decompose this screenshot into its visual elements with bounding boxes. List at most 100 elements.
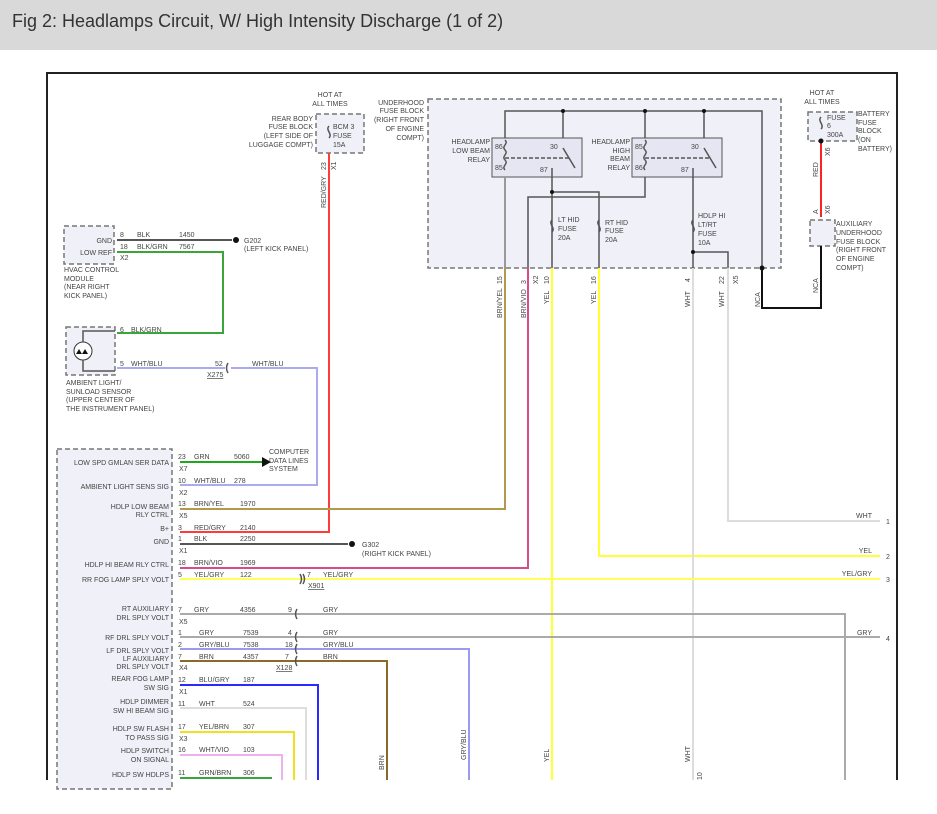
wire-yel-16 — [598, 268, 880, 557]
svg-text:5: 5 — [178, 572, 182, 579]
pin-label: 18 — [120, 244, 128, 251]
svg-text:BLK: BLK — [194, 536, 208, 543]
ground-g302-icon — [349, 541, 355, 547]
label: LT HID — [558, 217, 580, 224]
svg-text:10: 10 — [697, 772, 704, 780]
connector-label: X6 — [825, 205, 832, 214]
label: LOW BEAM — [452, 148, 490, 155]
label: FUSE — [605, 228, 624, 235]
svg-text:X3: X3 — [179, 736, 188, 743]
pin-label: 6 — [120, 327, 124, 334]
pin-label: 87 — [540, 167, 548, 174]
circuit-label: 7567 — [179, 244, 195, 251]
label: FUSE — [698, 231, 717, 238]
svg-text:DRL SPLY VOLT: DRL SPLY VOLT — [116, 615, 169, 622]
svg-text:HDLP DIMMER: HDLP DIMMER — [120, 699, 169, 706]
svg-text:2140: 2140 — [240, 525, 256, 532]
label: SUNLOAD SENSOR — [66, 389, 131, 396]
label: (LEFT SIDE OF — [264, 133, 313, 140]
svg-text:WHT: WHT — [199, 701, 216, 708]
svg-text:BRN/VIO: BRN/VIO — [194, 560, 223, 567]
svg-text:YEL: YEL — [544, 291, 551, 304]
pin-label: 5 — [120, 361, 124, 368]
label: RELAY — [608, 165, 631, 172]
connector-label: X275 — [207, 372, 223, 379]
svg-text:X5: X5 — [179, 619, 188, 626]
wire-color-label: BLK — [137, 232, 151, 239]
label: MODULE — [64, 276, 94, 283]
label: FUSE — [827, 115, 846, 122]
svg-text:11: 11 — [178, 701, 185, 708]
svg-text:GRY/BLU: GRY/BLU — [461, 729, 468, 760]
svg-text:WHT: WHT — [685, 290, 692, 307]
label: KICK PANEL) — [64, 293, 107, 300]
wire-color-label: WHT/BLU — [252, 361, 284, 368]
svg-text:GRN: GRN — [194, 454, 210, 461]
label: COMPUTER — [269, 449, 309, 456]
svg-text:1: 1 — [178, 630, 182, 637]
svg-text:5060: 5060 — [234, 454, 250, 461]
connector-label: X2 — [120, 255, 129, 262]
svg-text:187: 187 — [243, 677, 255, 684]
wire-brn-yel — [180, 268, 506, 510]
label: HOT AT — [318, 92, 343, 99]
pin-label: 85 — [635, 144, 643, 151]
svg-text:X5: X5 — [733, 275, 740, 284]
svg-text:16: 16 — [591, 276, 598, 284]
label: BEAM — [610, 156, 630, 163]
pin-label: 86 — [495, 144, 503, 151]
svg-text:2: 2 — [886, 554, 890, 561]
svg-text:11: 11 — [178, 770, 185, 777]
svg-text:WHT: WHT — [685, 745, 692, 762]
svg-text:524: 524 — [243, 701, 255, 708]
pin-label: 30 — [550, 144, 558, 151]
wire-color-label: RED/GRY — [321, 176, 328, 208]
svg-text:2: 2 — [178, 642, 182, 649]
wire-color-label: BLK/GRN — [137, 244, 168, 251]
svg-text:306: 306 — [243, 770, 255, 777]
svg-text:ON SIGNAL: ON SIGNAL — [131, 757, 169, 764]
svg-text:X1: X1 — [179, 548, 188, 555]
svg-text:7: 7 — [307, 572, 311, 579]
svg-text:GRY: GRY — [857, 630, 872, 637]
svg-text:X2: X2 — [533, 275, 540, 284]
svg-text:DRL SPLY VOLT: DRL SPLY VOLT — [116, 664, 169, 671]
svg-text:BRN: BRN — [199, 654, 214, 661]
svg-text:278: 278 — [234, 478, 246, 485]
label: REAR BODY — [272, 116, 314, 123]
svg-text:X2: X2 — [179, 490, 188, 497]
label: 300A — [827, 132, 844, 139]
label: ALL TIMES — [804, 99, 840, 106]
svg-text:SW HI BEAM SIG: SW HI BEAM SIG — [113, 708, 169, 715]
label: FUSE BLOCK — [380, 108, 425, 115]
sunload-sensor-icon — [73, 341, 93, 361]
svg-text:GRY: GRY — [323, 630, 338, 637]
svg-text:16: 16 — [178, 747, 186, 754]
wire-blk-grn — [117, 251, 224, 334]
label: SYSTEM — [269, 466, 298, 473]
svg-text:1970: 1970 — [240, 501, 256, 508]
pin-label: A — [813, 209, 820, 214]
svg-text:SW SIG: SW SIG — [144, 685, 169, 692]
svg-text:7538: 7538 — [243, 642, 259, 649]
svg-text:12: 12 — [178, 677, 186, 684]
bottom-wire-labels: GRY/BLU BRN YEL WHT 10 — [379, 729, 704, 780]
label: COMPT) — [396, 135, 424, 142]
svg-text:X7: X7 — [179, 466, 188, 473]
wire-red-gry — [180, 153, 330, 533]
svg-text:BRN: BRN — [323, 654, 338, 661]
label: (NEAR RIGHT — [64, 284, 110, 291]
svg-text:AMBIENT LIGHT SENS SIG: AMBIENT LIGHT SENS SIG — [81, 484, 169, 491]
label: FUSE BLOCK — [269, 124, 314, 131]
svg-text:X5: X5 — [179, 513, 188, 520]
svg-text:RT AUXILIARY: RT AUXILIARY — [122, 606, 169, 613]
wire-gry-blu — [180, 648, 470, 780]
connector-label: X6 — [825, 147, 832, 156]
svg-text:22: 22 — [719, 276, 726, 284]
wiring-diagram: HOT AT ALL TIMES REAR BODY FUSE BLOCK (L… — [46, 72, 898, 790]
wire-wht-22 — [727, 268, 880, 522]
circuit-label: 1450 — [179, 232, 195, 239]
underhood-output-pins: 15 BRN/YEL 3 BRN/VIO X2 10 YEL 16 YEL 4 … — [497, 275, 762, 318]
svg-text:YEL/GRY: YEL/GRY — [194, 572, 225, 579]
svg-text:HDLP HI BEAM RLY CTRL: HDLP HI BEAM RLY CTRL — [85, 562, 170, 569]
